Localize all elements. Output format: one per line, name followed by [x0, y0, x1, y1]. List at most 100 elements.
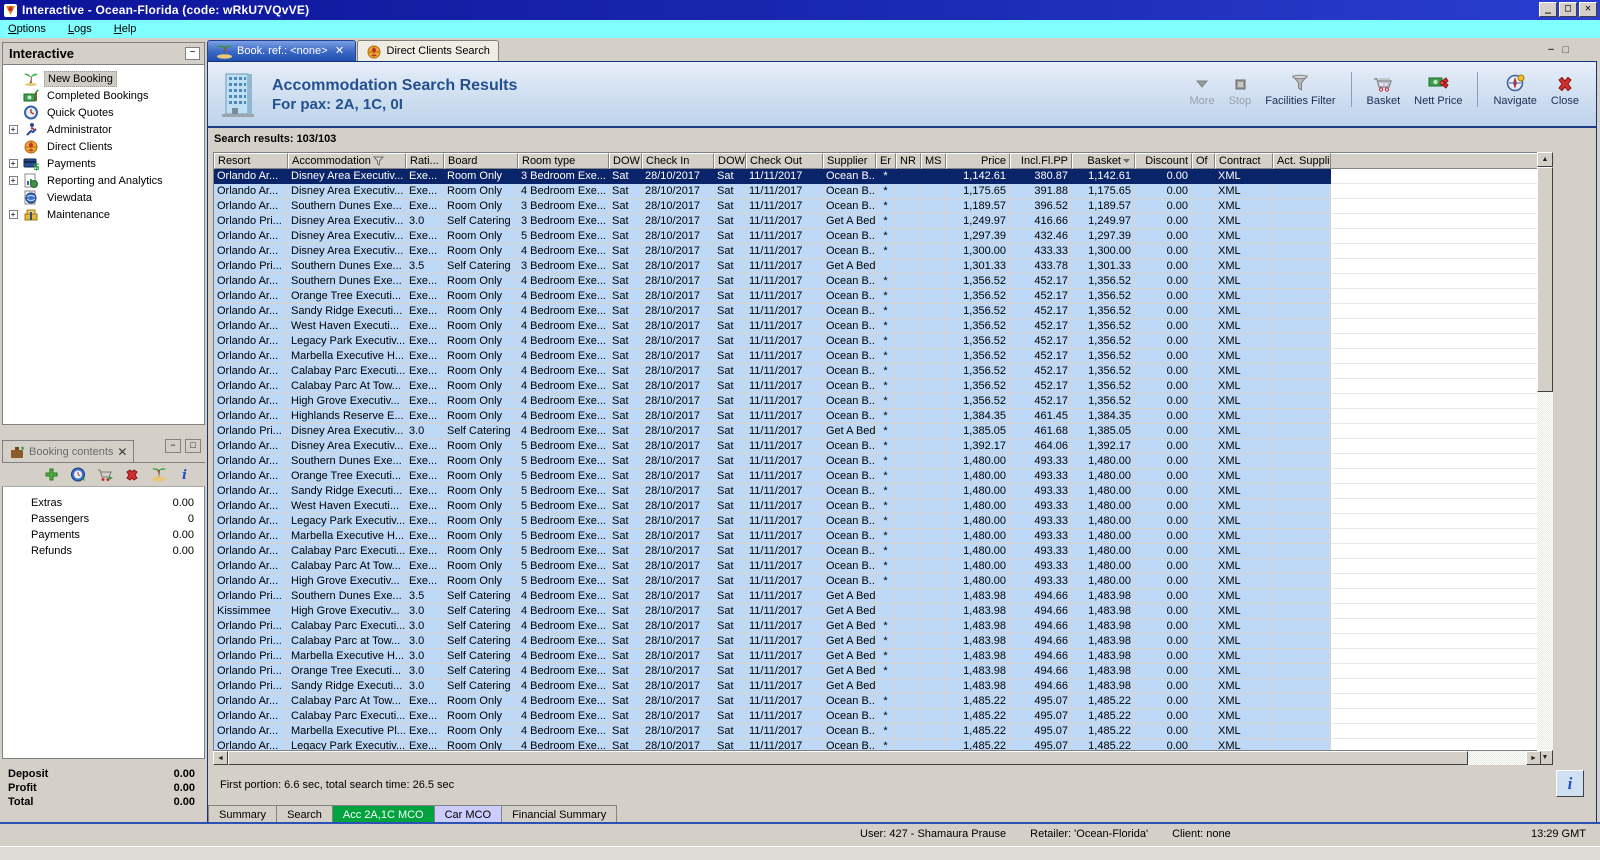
table-row[interactable]: Orlando Ar...Legacy Park Executiv...Exe.… — [214, 739, 1540, 751]
expand-plus-icon[interactable]: + — [9, 125, 18, 134]
column-header-check-in[interactable]: Check In — [642, 153, 714, 169]
table-row[interactable]: Orlando Ar...Disney Area Executiv...Exe.… — [214, 184, 1540, 199]
table-row[interactable]: Orlando Ar...Calabay Parc At Tow...Exe..… — [214, 694, 1540, 709]
table-row[interactable]: Orlando Ar...Southern Dunes Exe...Exe...… — [214, 199, 1540, 214]
facilities-filter-button[interactable]: Facilities Filter — [1258, 70, 1342, 109]
column-header-discount[interactable]: Discount — [1135, 153, 1192, 169]
table-row[interactable]: Orlando Pri...Disney Area Executiv...3.0… — [214, 214, 1540, 229]
info-button[interactable]: i — [1556, 770, 1584, 797]
sidebar-item-payments[interactable]: +$Payments — [3, 155, 204, 172]
menu-logs[interactable]: Logs — [68, 23, 92, 35]
scroll-left-icon[interactable]: ◄ — [213, 751, 228, 765]
booking-row-extras[interactable]: Extras0.00 — [3, 495, 204, 511]
column-header-contract[interactable]: Contract — [1215, 153, 1273, 169]
vertical-scrollbar-thumb[interactable] — [1537, 167, 1553, 392]
table-row[interactable]: Orlando Pri...Marbella Executive H...3.0… — [214, 649, 1540, 664]
column-header-check-out[interactable]: Check Out — [746, 153, 823, 169]
expand-plus-icon[interactable]: + — [9, 159, 18, 168]
column-header-er[interactable]: Er — [876, 153, 896, 169]
column-header-board[interactable]: Board — [444, 153, 518, 169]
basket-button[interactable]: Basket — [1360, 70, 1408, 109]
delete-x-icon[interactable] — [123, 467, 141, 483]
island-icon[interactable] — [150, 467, 168, 483]
booking-row-refunds[interactable]: Refunds0.00 — [3, 543, 204, 559]
column-header-price[interactable]: Price — [946, 153, 1010, 169]
booking-panel-minimize-icon[interactable]: − — [165, 439, 181, 453]
table-row[interactable]: Orlando Ar...High Grove Executiv...Exe..… — [214, 574, 1540, 589]
sidebar-item-quick-quotes[interactable]: Quick Quotes — [3, 104, 204, 121]
table-row[interactable]: Orlando Ar...West Haven Executi...Exe...… — [214, 499, 1540, 514]
column-header-basket[interactable]: Basket — [1072, 153, 1135, 169]
menu-options[interactable]: Options — [8, 23, 46, 35]
table-row[interactable]: Orlando Pri...Disney Area Executiv...3.0… — [214, 424, 1540, 439]
vertical-scrollbar[interactable]: ▲ ▼ — [1537, 152, 1553, 765]
tab-direct-clients-search[interactable]: Direct Clients Search — [357, 40, 499, 61]
booking-panel-close-icon[interactable]: ✕ — [117, 445, 127, 459]
booking-contents-tab[interactable]: Booking contents ✕ — [2, 440, 134, 462]
sidebar-item-viewdata[interactable]: Viewdata — [3, 189, 204, 206]
column-header-act-supplier[interactable]: Act. Supplier — [1273, 153, 1331, 169]
filter-icon[interactable] — [373, 156, 384, 166]
table-row[interactable]: Orlando Ar...Calabay Parc Executi...Exe.… — [214, 544, 1540, 559]
table-row[interactable]: Orlando Pri...Southern Dunes Exe...3.5Se… — [214, 259, 1540, 274]
plus-icon[interactable] — [42, 467, 60, 483]
table-row[interactable]: Orlando Ar...Sandy Ridge Executi...Exe..… — [214, 484, 1540, 499]
table-row[interactable]: Orlando Ar...Sandy Ridge Executi...Exe..… — [214, 304, 1540, 319]
booking-row-payments[interactable]: Payments0.00 — [3, 527, 204, 543]
close-button[interactable]: Close — [1544, 70, 1586, 109]
info-icon[interactable]: i — [177, 467, 195, 483]
table-row[interactable]: Orlando Ar...Marbella Executive H...Exe.… — [214, 349, 1540, 364]
table-row[interactable]: Orlando Ar...Disney Area Executiv...Exe.… — [214, 439, 1540, 454]
column-header-supplier[interactable]: Supplier — [823, 153, 876, 169]
table-row[interactable]: Orlando Ar...Southern Dunes Exe...Exe...… — [214, 454, 1540, 469]
scroll-up-icon[interactable]: ▲ — [1537, 152, 1553, 167]
column-header-dow-out[interactable]: DOW — [714, 153, 746, 169]
table-row[interactable]: Orlando Ar...Disney Area Executiv...Exe.… — [214, 229, 1540, 244]
table-row[interactable]: Orlando Ar...Disney Area Executiv...Exe.… — [214, 169, 1540, 184]
mdi-minimize-icon[interactable]: − — [1548, 44, 1554, 56]
horizontal-scrollbar-thumb[interactable] — [228, 751, 1468, 765]
sidebar-item-administrator[interactable]: +Administrator — [3, 121, 204, 138]
column-header-rating[interactable]: Rati... — [406, 153, 444, 169]
table-row[interactable]: Orlando Ar...Marbella Executive Pl...Exe… — [214, 724, 1540, 739]
table-row[interactable]: Orlando Ar...West Haven Executi...Exe...… — [214, 319, 1540, 334]
table-row[interactable]: Orlando Ar...Marbella Executive H...Exe.… — [214, 529, 1540, 544]
table-row[interactable]: KissimmeeHigh Grove Executiv...3.0Self C… — [214, 604, 1540, 619]
table-row[interactable]: Orlando Ar...High Grove Executiv...Exe..… — [214, 394, 1540, 409]
table-row[interactable]: Orlando Ar...Highlands Reserve E...Exe..… — [214, 409, 1540, 424]
sidebar-item-completed-bookings[interactable]: Completed Bookings — [3, 87, 204, 104]
booking-row-passengers[interactable]: Passengers0 — [3, 511, 204, 527]
close-button[interactable]: ✕ — [1579, 2, 1597, 17]
menu-help[interactable]: Help — [114, 23, 137, 35]
table-row[interactable]: Orlando Ar...Legacy Park Executiv...Exe.… — [214, 514, 1540, 529]
column-header-resort[interactable]: Resort — [214, 153, 288, 169]
table-row[interactable]: Orlando Pri...Orange Tree Executi...3.0S… — [214, 664, 1540, 679]
sidebar-item-reporting-and-analytics[interactable]: +Reporting and Analytics — [3, 172, 204, 189]
table-row[interactable]: Orlando Pri...Sandy Ridge Executi...3.0S… — [214, 679, 1540, 694]
quick-quote-icon[interactable] — [69, 467, 87, 483]
booking-panel-maximize-icon[interactable]: □ — [185, 439, 201, 453]
table-row[interactable]: Orlando Pri...Calabay Parc Executi...3.0… — [214, 619, 1540, 634]
expand-plus-icon[interactable]: + — [9, 176, 18, 185]
sidebar-item-maintenance[interactable]: +Maintenance — [3, 206, 204, 223]
scroll-right-icon[interactable]: ► — [1526, 751, 1541, 765]
table-row[interactable]: Orlando Ar...Legacy Park Executiv...Exe.… — [214, 334, 1540, 349]
table-row[interactable]: Orlando Ar...Calabay Parc Executi...Exe.… — [214, 364, 1540, 379]
table-row[interactable]: Orlando Ar...Orange Tree Executi...Exe..… — [214, 289, 1540, 304]
table-row[interactable]: Orlando Ar...Orange Tree Executi...Exe..… — [214, 469, 1540, 484]
sidebar-item-direct-clients[interactable]: Direct Clients — [3, 138, 204, 155]
column-header-room-type[interactable]: Room type — [518, 153, 609, 169]
cart-add-icon[interactable] — [96, 467, 114, 483]
tab-book-ref-none-[interactable]: Book. ref.: <none>✕ — [207, 40, 356, 61]
horizontal-scrollbar[interactable]: ◄ ► — [213, 751, 1541, 765]
column-header-incl-fl-pp[interactable]: Incl.Fl.PP — [1010, 153, 1072, 169]
column-header-of[interactable]: Of — [1192, 153, 1215, 169]
table-row[interactable]: Orlando Ar...Disney Area Executiv...Exe.… — [214, 244, 1540, 259]
nett-price-button[interactable]: Nett Price — [1407, 70, 1469, 109]
sidebar-item-new-booking[interactable]: New Booking — [3, 70, 204, 87]
table-row[interactable]: Orlando Ar...Calabay Parc At Tow...Exe..… — [214, 559, 1540, 574]
maximize-button[interactable]: □ — [1559, 2, 1577, 17]
table-row[interactable]: Orlando Ar...Southern Dunes Exe...Exe...… — [214, 274, 1540, 289]
column-header-dow-in[interactable]: DOW — [609, 153, 642, 169]
table-row[interactable]: Orlando Pri...Southern Dunes Exe...3.5Se… — [214, 589, 1540, 604]
